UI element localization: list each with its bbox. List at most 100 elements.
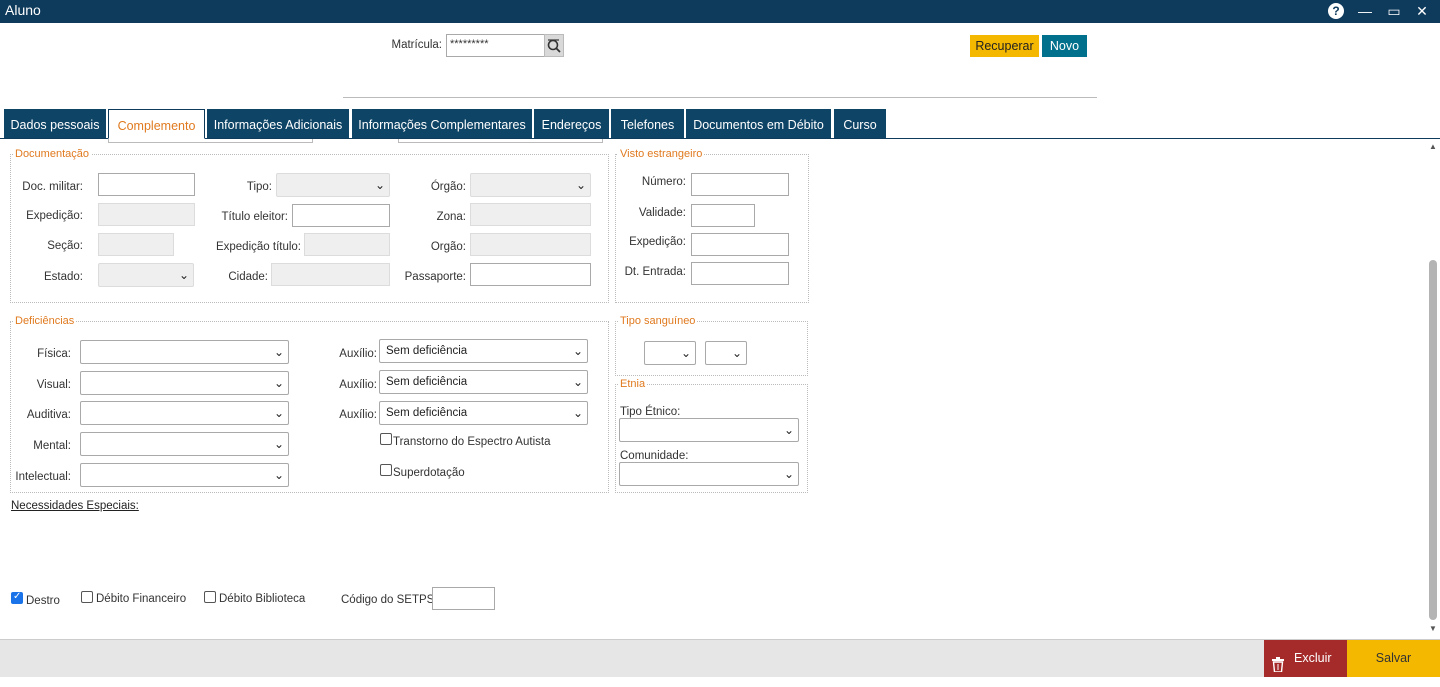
comunidade-select[interactable]: ⌄ <box>619 462 799 486</box>
scroll-down-icon[interactable]: ▼ <box>1429 624 1437 633</box>
help-icon[interactable]: ? <box>1328 3 1344 19</box>
codigo-setps-input[interactable] <box>432 587 495 610</box>
chevron-down-icon: ⌄ <box>680 346 691 360</box>
window-titlebar: Aluno ? — ▭ ✕ <box>0 0 1440 23</box>
tipo-label: Tipo: <box>246 181 272 193</box>
orgao-label: Órgão: <box>430 181 466 193</box>
tea-label: Transtorno do Espectro Autista <box>393 436 551 448</box>
mental-select[interactable]: ⌄ <box>80 432 289 456</box>
maximize-icon[interactable]: ▭ <box>1385 2 1403 20</box>
salvar-button[interactable]: Salvar <box>1347 640 1440 677</box>
scrollbar-thumb[interactable] <box>1429 260 1437 620</box>
expedicao-titulo-input[interactable] <box>304 233 390 256</box>
doc-militar-input[interactable] <box>98 173 195 196</box>
chevron-down-icon: ⌄ <box>374 178 385 192</box>
trash-icon <box>1272 650 1284 673</box>
chevron-down-icon: ⌄ <box>783 467 794 481</box>
mental-label: Mental: <box>33 440 71 452</box>
orgao2-input[interactable] <box>470 233 591 256</box>
superdotacao-label: Superdotação <box>393 467 465 479</box>
tab-documentos-em-debito[interactable]: Documentos em Débito <box>686 109 831 138</box>
auditiva-select[interactable]: ⌄ <box>80 401 289 425</box>
fator-rh-select[interactable]: ⌄ <box>705 341 747 365</box>
deficiencias-legend: Deficiências <box>13 315 77 327</box>
titulo-eleitor-input[interactable] <box>292 204 390 227</box>
chevron-down-icon: ⌄ <box>273 437 284 451</box>
scrollbar[interactable]: ▲ ▼ <box>1426 140 1440 637</box>
auxilio-value: Sem deficiência <box>386 345 468 357</box>
visto-expedicao-input[interactable] <box>691 233 789 256</box>
chevron-down-icon: ⌄ <box>731 346 742 360</box>
visual-label: Visual: <box>36 379 71 391</box>
destro-label: Destro <box>26 595 60 607</box>
matricula-input[interactable]: ********* <box>446 34 546 57</box>
fisica-select[interactable]: ⌄ <box>80 340 289 364</box>
intelectual-select[interactable]: ⌄ <box>80 463 289 487</box>
tipo-etnico-select[interactable]: ⌄ <box>619 418 799 442</box>
auxilio-label: Auxílio: <box>339 379 377 391</box>
superdotacao-checkbox[interactable] <box>380 464 392 476</box>
search-icon[interactable] <box>544 34 564 57</box>
chevron-down-icon: ⌄ <box>572 406 583 420</box>
dt-entrada-input[interactable] <box>691 262 789 285</box>
numero-input[interactable] <box>691 173 789 196</box>
codigo-setps-label: Código do SETPS: <box>341 594 438 606</box>
cidade-input[interactable] <box>271 263 390 286</box>
dt-entrada-label: Dt. Entrada: <box>624 266 686 278</box>
tab-curso[interactable]: Curso <box>834 109 886 138</box>
recuperar-button[interactable]: Recuperar <box>970 35 1039 57</box>
scroll-up-icon[interactable]: ▲ <box>1429 142 1437 151</box>
excluir-label: Excluir <box>1294 651 1332 665</box>
matricula-label: Matrícula: <box>391 39 443 51</box>
validade-input[interactable] <box>691 204 755 227</box>
chevron-down-icon: ⌄ <box>783 423 794 437</box>
clipped-field <box>398 139 603 143</box>
clipped-field <box>108 139 313 143</box>
fisica-label: Física: <box>37 348 71 360</box>
etnia-legend: Etnia <box>618 378 648 390</box>
tab-complemento[interactable]: Complemento <box>108 109 205 139</box>
titulo-eleitor-label: Título eleitor: <box>221 211 288 223</box>
tipo-sanguineo-legend: Tipo sanguíneo <box>618 315 698 327</box>
tea-checkbox[interactable] <box>380 433 392 445</box>
secao-label: Seção: <box>47 240 83 252</box>
passaporte-input[interactable] <box>470 263 591 286</box>
tab-informacoes-complementares[interactable]: Informações Complementares <box>352 109 532 138</box>
tipo-etnico-label: Tipo Étnico: <box>620 406 681 418</box>
necessidades-especiais-link[interactable]: Necessidades Especiais: <box>11 500 139 512</box>
debito-biblioteca-label: Débito Biblioteca <box>219 593 306 605</box>
chevron-down-icon: ⌄ <box>273 345 284 359</box>
expedicao-titulo-label: Expedição título: <box>215 241 301 253</box>
tipo-sanguineo-select[interactable]: ⌄ <box>644 341 696 365</box>
passaporte-label: Passaporte: <box>404 271 466 283</box>
auditiva-label: Auditiva: <box>26 409 71 421</box>
window-title: Aluno <box>5 2 41 18</box>
tab-bar: Dados pessoais Complemento Informações A… <box>0 109 1440 139</box>
expedicao-input[interactable] <box>98 203 195 226</box>
zona-input[interactable] <box>470 203 591 226</box>
cidade-label: Cidade: <box>228 271 268 283</box>
tab-dados-pessoais[interactable]: Dados pessoais <box>4 109 106 138</box>
estado-select[interactable]: ⌄ <box>98 263 194 287</box>
chevron-down-icon: ⌄ <box>575 178 586 192</box>
destro-checkbox[interactable] <box>11 591 23 604</box>
auxilio-fisica-select[interactable]: Sem deficiência ⌄ <box>379 339 588 363</box>
numero-label: Número: <box>641 176 686 188</box>
orgao-select[interactable]: ⌄ <box>470 173 591 197</box>
auxilio-visual-select[interactable]: Sem deficiência ⌄ <box>379 370 588 394</box>
excluir-button[interactable]: Excluir <box>1264 640 1347 677</box>
auxilio-auditiva-select[interactable]: Sem deficiência ⌄ <box>379 401 588 425</box>
debito-biblioteca-checkbox[interactable] <box>204 591 216 603</box>
tab-telefones[interactable]: Telefones <box>611 109 684 138</box>
chevron-down-icon: ⌄ <box>572 344 583 358</box>
novo-button[interactable]: Novo <box>1042 35 1087 57</box>
minimize-icon[interactable]: — <box>1356 2 1374 20</box>
expedicao-label: Expedição: <box>26 210 83 222</box>
secao-input[interactable] <box>98 233 174 256</box>
debito-financeiro-checkbox[interactable] <box>81 591 93 603</box>
visual-select[interactable]: ⌄ <box>80 371 289 395</box>
tab-informacoes-adicionais[interactable]: Informações Adicionais <box>207 109 349 138</box>
close-icon[interactable]: ✕ <box>1413 2 1431 20</box>
tipo-select[interactable]: ⌄ <box>276 173 390 197</box>
tab-enderecos[interactable]: Endereços <box>534 109 609 138</box>
